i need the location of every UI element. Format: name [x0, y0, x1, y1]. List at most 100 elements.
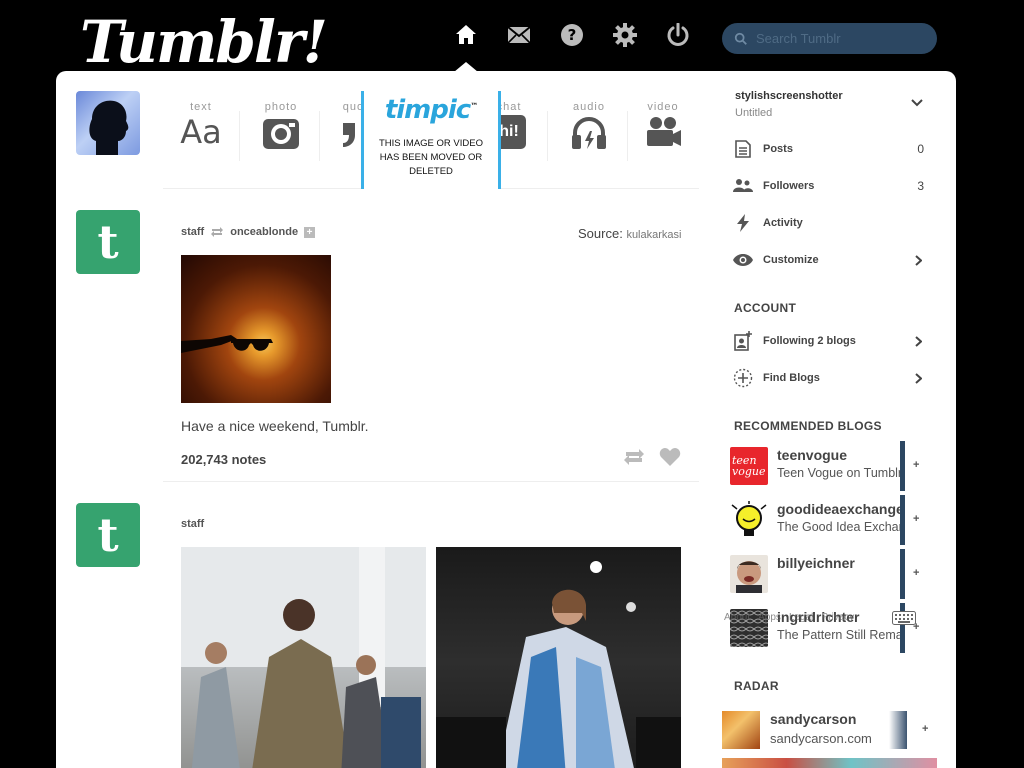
radar-avatar [722, 711, 760, 749]
post-author[interactable]: staff [181, 226, 204, 238]
recommended-blog[interactable]: goodideaexchange The Good Idea Exchange [730, 495, 904, 541]
recommended-blog-name: goodideaexchange [777, 501, 904, 517]
nav-settings-button[interactable] [610, 20, 640, 50]
footer-link-apps[interactable]: Apps [758, 612, 781, 623]
post-type-photo[interactable]: photo [243, 91, 319, 175]
post-divider [163, 481, 699, 482]
footer-links: About Apps Legal Privacy [724, 612, 854, 623]
blog-name[interactable]: stylishscreenshotter [735, 90, 843, 102]
gear-icon [613, 23, 637, 47]
post-type-label: photo [264, 101, 298, 113]
chevron-down-icon[interactable] [911, 99, 923, 107]
lightbulb-avatar [730, 501, 768, 539]
recommended-blog-desc: The Good Idea Exchange [777, 520, 904, 534]
home-icon [456, 25, 476, 44]
sidebar-item-customize[interactable]: Customize [733, 248, 928, 272]
divider [319, 111, 320, 161]
account-heading: ACCOUNT [734, 301, 797, 315]
nav-help-button[interactable]: ? [557, 20, 587, 50]
sidebar-item-label: Following 2 blogs [763, 335, 856, 347]
sidebar-item-find-blogs[interactable]: Find Blogs [733, 366, 928, 390]
mail-icon [507, 26, 531, 44]
post-type-audio[interactable]: audio [551, 91, 627, 175]
post-source: Source: kulakarkasi [578, 226, 681, 241]
search-input[interactable] [756, 31, 926, 46]
silhouette-icon [89, 100, 129, 155]
lightning-icon [733, 213, 753, 233]
radar-follow-button[interactable] [889, 711, 907, 749]
power-icon [667, 23, 689, 46]
timpic-logo: timpic™ [384, 95, 478, 125]
follow-plus-icon[interactable]: + [304, 226, 316, 238]
sidebar-item-label: Posts [763, 143, 793, 155]
recommended-blog-name: billyeichner [777, 555, 855, 571]
follow-plus[interactable]: + [913, 513, 919, 525]
nav-logout-button[interactable] [663, 20, 693, 50]
follow-button[interactable] [900, 495, 905, 545]
reblog-icon[interactable] [623, 447, 645, 467]
like-heart-icon[interactable] [659, 447, 681, 467]
follow-plus[interactable]: + [922, 723, 928, 735]
post-notes[interactable]: 202,743 notes [181, 452, 266, 467]
footer-link-legal[interactable]: Legal [789, 612, 813, 623]
sidebar-item-following[interactable]: Following 2 blogs [733, 329, 928, 353]
keyboard-icon[interactable] [892, 611, 916, 625]
recommended-heading: RECOMMENDED BLOGS [734, 419, 882, 433]
follow-plus[interactable]: + [913, 459, 919, 471]
recommended-blog[interactable]: billyeichner [730, 549, 904, 595]
post-photo[interactable] [181, 547, 426, 768]
camera-icon [263, 119, 299, 149]
post-caption: Have a nice weekend, Tumblr. [181, 418, 369, 434]
radar-post[interactable]: sandycarson sandycarson.com [722, 711, 907, 751]
broken-image-placeholder: timpic™ THIS IMAGE OR VIDEO HAS BEEN MOV… [361, 91, 501, 189]
footer-link-privacy[interactable]: Privacy [821, 612, 854, 623]
nav-messages-button[interactable] [504, 20, 534, 50]
post-header: staff onceablonde + [181, 226, 316, 238]
headphones-icon [572, 117, 606, 149]
text-icon: Aa [180, 113, 222, 151]
follow-button[interactable] [900, 549, 905, 599]
chevron-right-icon [915, 254, 922, 266]
source-link[interactable]: kulakarkasi [626, 229, 681, 241]
reblogged-from[interactable]: onceablonde [230, 226, 298, 238]
staff-avatar[interactable]: t [76, 503, 140, 567]
teenvogue-avatar: teen vogue [730, 447, 768, 485]
chevron-right-icon [915, 335, 922, 347]
sidebar-item-label: Activity [763, 217, 803, 229]
post-actions [623, 447, 681, 467]
following-icon [733, 331, 753, 351]
runway-model-photo [181, 547, 426, 768]
post-type-text[interactable]: text Aa [163, 91, 239, 175]
search-box[interactable] [722, 23, 937, 54]
recommended-blog-name: teenvogue [777, 447, 848, 463]
recommended-blog[interactable]: teen vogue teenvogue Teen Vogue on Tumbl… [730, 441, 904, 487]
sidebar-item-posts[interactable]: Posts 0 [733, 137, 928, 161]
post-type-video[interactable]: video [625, 91, 701, 175]
follow-button[interactable] [900, 441, 905, 491]
post-author[interactable]: staff [181, 518, 204, 530]
sidebar-item-activity[interactable]: Activity [733, 211, 928, 235]
recommended-blog[interactable]: ingridrichter The Pattern Still Remains [730, 603, 904, 649]
post-header: staff [181, 518, 204, 530]
sidebar-item-label: Find Blogs [763, 372, 820, 384]
user-avatar[interactable] [76, 91, 140, 155]
footer-link-about[interactable]: About [724, 612, 750, 623]
find-blogs-icon [733, 368, 753, 388]
radar-heading: RADAR [734, 679, 779, 693]
eye-icon [733, 250, 753, 270]
nav-home-button[interactable] [451, 20, 481, 50]
radar-image[interactable] [722, 758, 937, 768]
help-icon: ? [561, 24, 583, 46]
sidebar-item-followers[interactable]: Followers 3 [733, 174, 928, 198]
post-photo[interactable] [181, 255, 331, 403]
posts-count: 0 [917, 142, 924, 156]
follow-plus[interactable]: + [913, 567, 919, 579]
staff-avatar[interactable]: t [76, 210, 140, 274]
tumblr-logo[interactable]: Tumblr! [80, 8, 328, 76]
billyeichner-avatar [730, 555, 768, 593]
recommended-blog-desc: The Pattern Still Remains [777, 628, 904, 642]
broken-image-message: THIS IMAGE OR VIDEO HAS BEEN MOVED OR DE… [379, 138, 483, 177]
post-photo[interactable] [436, 547, 681, 768]
source-label: Source: [578, 226, 623, 241]
svg-text:?: ? [568, 26, 577, 44]
